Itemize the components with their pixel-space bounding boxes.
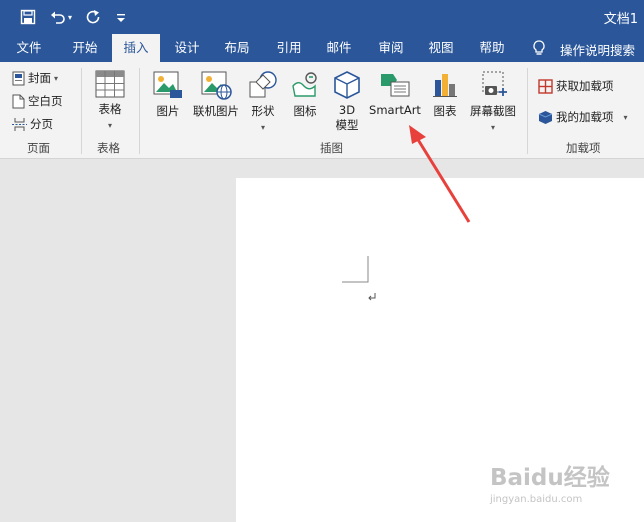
- document-title: 文档1: [603, 12, 638, 27]
- screenshot-icon: [482, 71, 507, 96]
- addins-cube-icon: [538, 110, 553, 124]
- undo-icon: [51, 11, 65, 24]
- tables-group-label: 表格: [97, 141, 120, 155]
- bar-chart-icon: [433, 74, 457, 97]
- page-break-button[interactable]: 分页: [12, 116, 53, 132]
- blank-page-button[interactable]: 空白页: [12, 93, 63, 109]
- tab-help[interactable]: 帮助: [471, 34, 513, 62]
- watermark: Baidu经验 jingyan.baidu.com: [488, 452, 638, 514]
- picture-icon: [153, 71, 182, 98]
- screenshot-button[interactable]: 屏幕截图 ▾: [467, 70, 519, 133]
- smartart-icon: [381, 74, 410, 97]
- margin-corner-mark: [342, 256, 369, 283]
- page-break-icon: [12, 117, 27, 131]
- icons-button[interactable]: 图标: [287, 70, 323, 119]
- blank-page-icon: [12, 94, 25, 108]
- online-picture-icon: [201, 71, 232, 100]
- store-icon: [538, 78, 553, 94]
- 3d-models-button[interactable]: 3D 模型: [328, 70, 366, 133]
- table-icon: [95, 70, 125, 98]
- illustrations-group-label: 插图: [320, 141, 343, 155]
- icons-icon: [292, 72, 317, 97]
- chart-button[interactable]: 图表: [428, 70, 462, 119]
- group-divider: [527, 68, 528, 154]
- redo-button[interactable]: [85, 7, 101, 27]
- group-divider: [139, 68, 140, 154]
- tab-design[interactable]: 设计: [166, 34, 208, 62]
- cover-page-icon: [12, 71, 25, 85]
- my-addins-button[interactable]: 我的加载项 ▾: [538, 109, 628, 125]
- tell-me-label: 操作说明搜索: [560, 43, 636, 58]
- title-bar: ▾ 文档1: [0, 0, 644, 34]
- table-button[interactable]: 表格 ▾: [89, 70, 131, 131]
- save-button[interactable]: [20, 7, 36, 27]
- 3d-cube-icon: [334, 71, 360, 99]
- tab-home[interactable]: 开始: [63, 34, 107, 62]
- tab-view[interactable]: 视图: [420, 34, 462, 62]
- group-divider: [81, 68, 82, 154]
- tab-insert[interactable]: 插入: [112, 34, 160, 62]
- watermark-text: Baidu经验: [490, 465, 610, 491]
- online-picture-button[interactable]: 联机图片: [190, 70, 242, 119]
- lightbulb-icon: [533, 40, 545, 55]
- tab-layout[interactable]: 布局: [216, 34, 258, 62]
- tab-mailings[interactable]: 邮件: [318, 34, 360, 62]
- customize-qat-button[interactable]: [116, 7, 126, 27]
- redo-icon: [86, 10, 100, 24]
- ribbon: 封面 ▾ 空白页 分页 页面 表格 ▾ 表格 图片 联机图片 形状 ▾ 图标 3…: [0, 62, 644, 159]
- cover-page-button[interactable]: 封面 ▾: [12, 70, 58, 86]
- smartart-button[interactable]: SmartArt: [366, 70, 424, 117]
- tab-references[interactable]: 引用: [268, 34, 310, 62]
- get-addins-button[interactable]: 获取加载项: [538, 78, 614, 94]
- shapes-icon: [249, 71, 277, 98]
- shapes-button[interactable]: 形状 ▾: [245, 70, 281, 133]
- tab-review[interactable]: 审阅: [370, 34, 412, 62]
- pages-group-label: 页面: [27, 141, 50, 155]
- customize-qat-icon: [117, 14, 125, 22]
- save-icon: [20, 9, 36, 25]
- watermark-subtext: jingyan.baidu.com: [490, 494, 583, 505]
- ribbon-tabs: 文件 开始 插入 设计 布局 引用 邮件 审阅 视图 帮助 操作说明搜索: [0, 34, 644, 62]
- paragraph-mark-icon: [368, 293, 376, 301]
- addins-group-label: 加载项: [566, 141, 601, 155]
- undo-button[interactable]: ▾: [50, 7, 72, 27]
- tab-file[interactable]: 文件: [8, 34, 50, 62]
- picture-button[interactable]: 图片: [150, 70, 186, 119]
